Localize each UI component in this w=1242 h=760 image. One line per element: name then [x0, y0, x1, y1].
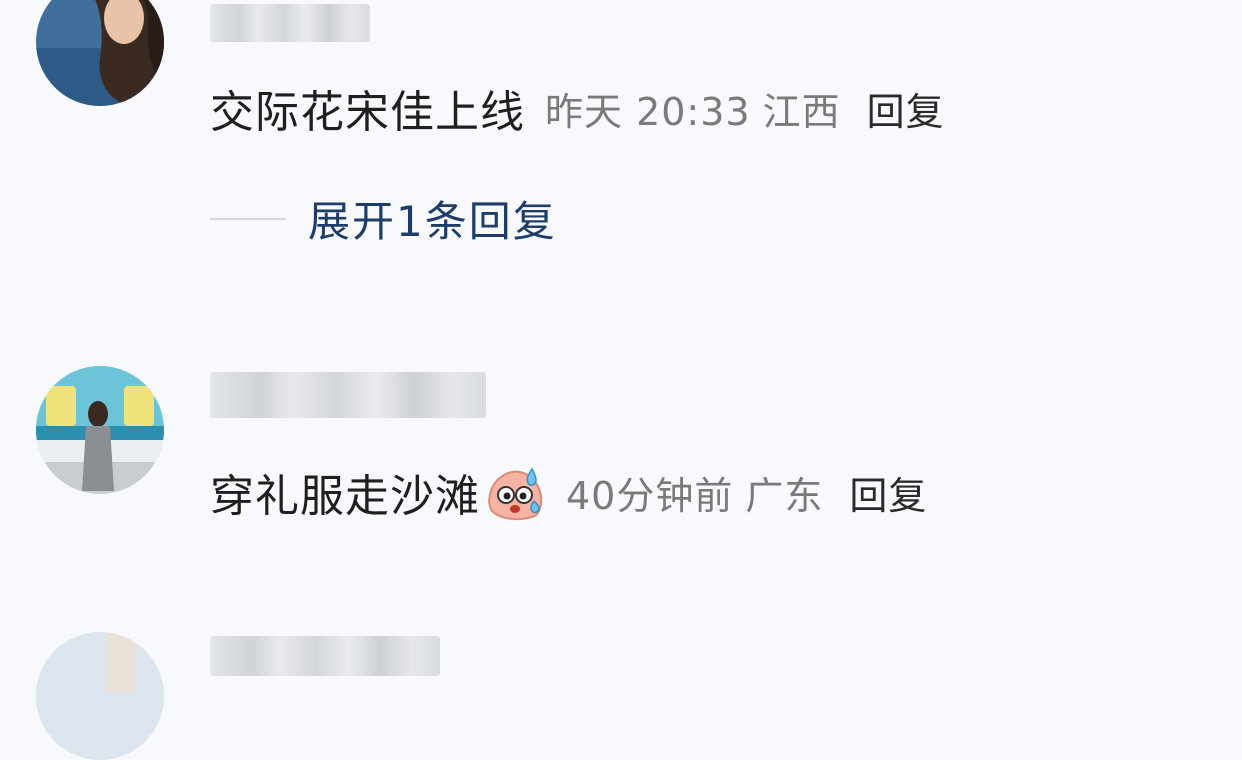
reply-button[interactable]: 回复: [849, 465, 927, 520]
comment-row: 穿礼服走沙滩 40分钟前 广东 回复: [210, 460, 927, 524]
avatar-image: [36, 632, 164, 760]
avatar-image: [36, 366, 164, 494]
comment-location: 江西: [762, 89, 841, 134]
avatar-image: [36, 0, 164, 106]
avatar[interactable]: [36, 632, 164, 760]
username-blurred[interactable]: [210, 372, 486, 418]
comment-time: 40分钟前: [566, 473, 734, 518]
sweating-face-emoji-icon: [488, 467, 543, 521]
comment-text: 穿礼服走沙滩: [210, 471, 480, 522]
comment-row: 交际花宋佳上线 昨天 20:33 江西 回复: [210, 76, 945, 140]
avatar[interactable]: [36, 0, 164, 106]
comment-text: 交际花宋佳上线: [210, 87, 525, 138]
reply-button[interactable]: 回复: [867, 81, 945, 136]
expand-replies[interactable]: 展开1条回复: [210, 188, 557, 249]
divider-line: [210, 217, 286, 220]
expand-replies-link[interactable]: 展开1条回复: [308, 188, 557, 249]
avatar[interactable]: [36, 366, 164, 494]
username-blurred[interactable]: [210, 4, 370, 42]
comment-time: 昨天 20:33: [545, 89, 751, 134]
username-blurred[interactable]: [210, 636, 440, 676]
comment-location: 广东: [745, 473, 824, 518]
